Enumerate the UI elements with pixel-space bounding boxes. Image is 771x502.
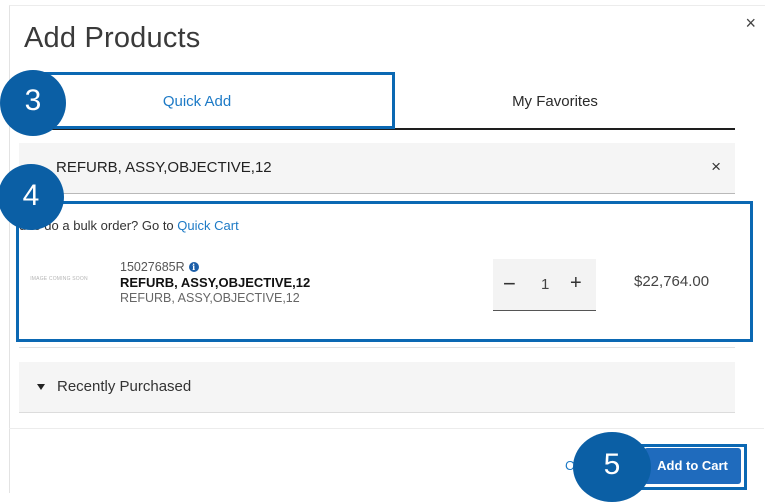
callout-highlight-5 [639,444,747,490]
clear-icon[interactable]: × [711,157,721,177]
tab-my-favorites[interactable]: My Favorites [375,77,735,126]
callout-highlight-4 [16,201,753,342]
modal-title: Add Products [24,22,201,54]
recently-purchased-label: Recently Purchased [57,378,192,395]
caret-down-icon [37,384,45,390]
callout-badge-3: 3 [0,70,66,136]
search-value: REFURB, ASSY,OBJECTIVE,12 [56,159,272,176]
callout-highlight-3 [42,72,395,129]
callout-badge-4: 4 [0,164,64,230]
divider [19,347,735,348]
recently-purchased-accordion[interactable]: Recently Purchased [19,362,735,413]
close-icon[interactable]: × [745,13,756,34]
search-input[interactable]: REFURB, ASSY,OBJECTIVE,12 × [19,143,735,194]
footer-divider [9,428,764,429]
